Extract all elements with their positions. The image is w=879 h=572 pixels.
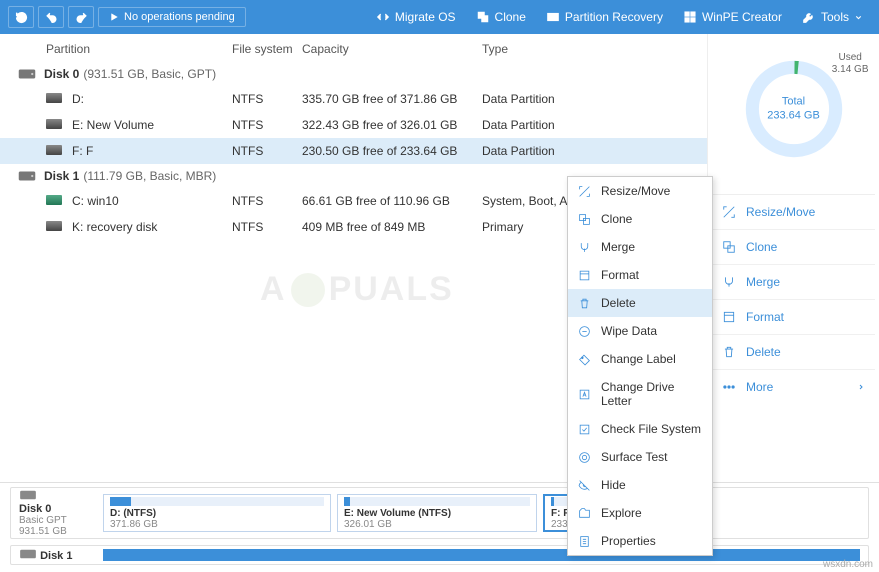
partition-row[interactable]: E: New Volume NTFS 322.43 GB free of 326…	[0, 112, 707, 138]
disk-icon	[18, 169, 36, 183]
right-side-panel: Total 233.64 GB Used 3.14 GB Resize/Move…	[707, 34, 879, 482]
pending-label: No operations pending	[124, 11, 235, 23]
chart-used-value: 3.14 GB	[832, 64, 869, 76]
ctx-change-label[interactable]: Change Label	[568, 345, 712, 373]
disk-icon	[19, 490, 37, 500]
merge-icon	[722, 275, 736, 289]
logo-head-icon	[291, 273, 325, 307]
main-area: Partition File system Capacity Type Disk…	[0, 34, 879, 482]
partition-row[interactable]: D: NTFS 335.70 GB free of 371.86 GB Data…	[0, 86, 707, 112]
format-icon	[722, 310, 736, 324]
delete-icon	[722, 345, 736, 359]
column-headers: Partition File system Capacity Type	[0, 34, 707, 62]
chevron-right-icon	[857, 382, 865, 392]
undo-button[interactable]	[38, 6, 64, 28]
disk-segment[interactable]: E: New Volume (NTFS) 326.01 GB	[337, 494, 537, 532]
col-filesystem: File system	[232, 42, 302, 56]
change-label-icon	[578, 353, 591, 366]
clone-icon	[578, 213, 591, 226]
disk-icon	[19, 549, 37, 559]
clone-button[interactable]: Clone	[468, 6, 534, 28]
explore-icon	[578, 507, 591, 520]
partition-row[interactable]: F: F NTFS 230.50 GB free of 233.64 GB Da…	[0, 138, 707, 164]
redo-button[interactable]	[68, 6, 94, 28]
check-fs-icon	[578, 423, 591, 436]
drive-icon	[46, 195, 62, 205]
merge-icon	[578, 241, 591, 254]
drive-icon	[46, 221, 62, 231]
ctx-hide[interactable]: Hide	[568, 471, 712, 499]
ctx-properties[interactable]: Properties	[568, 527, 712, 555]
ctx-merge[interactable]: Merge	[568, 233, 712, 261]
usage-chart: Total 233.64 GB Used 3.14 GB	[712, 42, 875, 184]
winpe-creator-button[interactable]: WinPE Creator	[675, 6, 790, 28]
action-merge[interactable]: Merge	[712, 265, 875, 300]
chart-used-label: Used	[832, 52, 869, 64]
ctx-resize[interactable]: Resize/Move	[568, 177, 712, 205]
col-type: Type	[482, 42, 632, 56]
more-button[interactable]: More	[712, 370, 875, 404]
drive-icon	[46, 93, 62, 103]
properties-icon	[578, 535, 591, 548]
partition-recovery-button[interactable]: Partition Recovery	[538, 6, 671, 28]
action-format[interactable]: Format	[712, 300, 875, 335]
ctx-wipe[interactable]: Wipe Data	[568, 317, 712, 345]
migrate-os-button[interactable]: Migrate OS	[368, 6, 464, 28]
ctx-explore[interactable]: Explore	[568, 499, 712, 527]
tools-button[interactable]: Tools	[794, 6, 871, 28]
disk-map-panel: Disk 0 Basic GPT 931.51 GB D: (NTFS) 371…	[0, 482, 879, 572]
actions-panel: Resize/Move Clone Merge Format Delete	[712, 194, 875, 370]
surface-icon	[578, 451, 591, 464]
change-letter-icon	[578, 388, 591, 401]
disk-header[interactable]: Disk 0(931.51 GB, Basic, GPT)	[0, 62, 707, 86]
ctx-check-fs[interactable]: Check File System	[568, 415, 712, 443]
watermark: APUALS	[260, 270, 454, 309]
col-capacity: Capacity	[302, 42, 482, 56]
disk-map-disk0[interactable]: Disk 0 Basic GPT 931.51 GB D: (NTFS) 371…	[10, 487, 869, 539]
chevron-down-icon	[854, 13, 863, 22]
watermark-url: wsxdn.com	[823, 559, 873, 570]
resize-icon	[722, 205, 736, 219]
pending-operations[interactable]: No operations pending	[98, 7, 246, 27]
col-partition: Partition	[46, 42, 232, 56]
ctx-change-letter[interactable]: Change Drive Letter	[568, 373, 712, 415]
ctx-clone[interactable]: Clone	[568, 205, 712, 233]
wipe-icon	[578, 325, 591, 338]
action-clone[interactable]: Clone	[712, 230, 875, 265]
refresh-button[interactable]	[8, 6, 34, 28]
drive-icon	[46, 145, 62, 155]
delete-icon	[578, 297, 591, 310]
hide-icon	[578, 479, 591, 492]
ctx-surface[interactable]: Surface Test	[568, 443, 712, 471]
drive-icon	[46, 119, 62, 129]
disk-icon	[18, 67, 36, 81]
action-delete[interactable]: Delete	[712, 335, 875, 370]
disk-segment[interactable]: D: (NTFS) 371.86 GB	[103, 494, 331, 532]
resize-icon	[578, 185, 591, 198]
context-menu: Resize/Move Clone Merge Format Delete Wi…	[567, 176, 713, 556]
action-resize[interactable]: Resize/Move	[712, 195, 875, 230]
disk-map-disk1[interactable]: Disk 1	[10, 545, 869, 565]
chart-total-label: Total	[767, 95, 820, 109]
top-toolbar: No operations pending Migrate OS Clone P…	[0, 0, 879, 34]
more-icon	[722, 380, 736, 394]
clone-icon	[722, 240, 736, 254]
format-icon	[578, 269, 591, 282]
chart-total-value: 233.64 GB	[767, 109, 820, 123]
ctx-format[interactable]: Format	[568, 261, 712, 289]
ctx-delete[interactable]: Delete	[568, 289, 712, 317]
